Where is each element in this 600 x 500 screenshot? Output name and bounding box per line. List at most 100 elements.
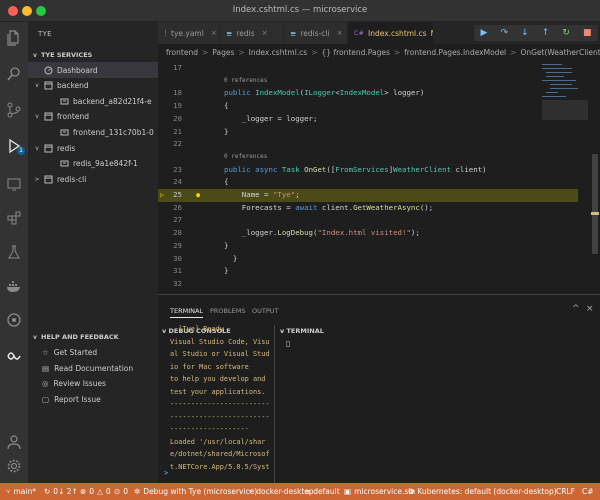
language-status[interactable]: C# (582, 483, 594, 500)
help-item[interactable]: ☆ Get Started (28, 345, 158, 360)
issues-icon: ◎ (42, 379, 49, 388)
testing-icon[interactable] (0, 240, 28, 264)
code-line[interactable]: 27 (158, 214, 578, 227)
code-line[interactable]: 32 (158, 278, 578, 291)
tree-item-dashboard[interactable]: Dashboard (28, 62, 158, 78)
tree-item-service[interactable]: v backend (28, 78, 158, 94)
code-text: public IndexModel(ILogger<IndexModel> lo… (224, 88, 425, 98)
branch-status[interactable]: ⑂ main* (6, 483, 36, 500)
broadcast-icon: ⊙ (114, 487, 121, 496)
lightbulb-icon[interactable]: ● (196, 189, 200, 202)
help-item[interactable]: ◎ Review Issues (28, 376, 158, 391)
settings-gear-icon[interactable] (0, 454, 28, 478)
close-icon[interactable]: × (211, 29, 217, 37)
tree-item-replica[interactable]: backend_a82d21f4-e (28, 93, 158, 109)
plug-icon: ⚡ (248, 487, 254, 496)
step-into-icon[interactable]: ↓ (521, 28, 529, 38)
help-item[interactable]: ▢ Report Issue (28, 392, 158, 407)
remote-status[interactable]: ⊙ 0 (114, 483, 128, 500)
star-icon: ☆ (42, 348, 49, 357)
replica-icon (60, 97, 69, 106)
problems-status[interactable]: ⊗ 0 △ 0 (80, 483, 111, 500)
close-icon[interactable]: × (337, 29, 343, 37)
tree-item-replica[interactable]: frontend_131c70b1-0 (28, 124, 158, 140)
tab-0[interactable]: ! tye.yaml × (158, 22, 220, 44)
breadcrumb-item[interactable]: OnGet(WeatherClient client) (520, 48, 600, 57)
kubernetes-status[interactable]: ✿ Kubernetes: default (docker-desktop) (408, 483, 557, 500)
code-line[interactable]: 22 (158, 138, 578, 151)
run-debug-icon[interactable]: 1 (0, 134, 28, 158)
code-line[interactable]: 20 _logger = logger; (158, 113, 578, 126)
extensions-icon[interactable] (0, 206, 28, 230)
help-feedback-header[interactable]: v HELP AND FEEDBACK (28, 330, 158, 344)
eol-status[interactable]: CRLF (556, 483, 575, 500)
panel-tab-output[interactable]: OUTPUT (252, 307, 279, 315)
code-line[interactable]: 0 references (158, 75, 578, 88)
step-over-icon[interactable]: ↷ (501, 28, 509, 38)
tree-item-service[interactable]: > redis-cli (28, 171, 158, 187)
terminal[interactable]: v TERMINAL ▯ (276, 325, 600, 484)
codelens-references[interactable]: 0 references (224, 75, 267, 88)
code-line[interactable]: 26 Forecasts = await client.GetWeatherAs… (158, 202, 578, 215)
tab-1[interactable]: ≡ redis × (220, 22, 284, 44)
tree-item-replica[interactable]: redis_9a1e842f-1 (28, 156, 158, 172)
code-text: } (224, 126, 229, 136)
namespace-status[interactable]: ≡ default (304, 483, 340, 500)
code-line[interactable]: 31} (158, 265, 578, 278)
tye-icon[interactable] (0, 344, 28, 368)
code-line[interactable]: 30 } (158, 253, 578, 266)
editor-scrollbar[interactable] (590, 62, 600, 294)
book-icon: ▤ (42, 363, 50, 373)
comment-icon: ▢ (42, 394, 50, 404)
code-line[interactable]: 24 { (158, 176, 578, 189)
solution-status[interactable]: ▣ microservice.sln (344, 483, 415, 500)
line-number: 31 (173, 266, 182, 276)
code-line[interactable]: 29} (158, 240, 578, 253)
help-item[interactable]: ▤ Read Documentation (28, 361, 158, 376)
remote-explorer-icon[interactable] (0, 172, 28, 196)
breadcrumb-item[interactable]: {} frontend.Pages (322, 48, 390, 57)
breadcrumb-item[interactable]: Index.cshtml.cs (249, 48, 308, 57)
debug-status[interactable]: ✲ Debug with Tye (microservice) (134, 483, 257, 500)
editor-area: ! tye.yaml × ≡ redis × ≡ redis-cli × C# Index.csht… (158, 22, 600, 294)
search-icon[interactable] (0, 62, 28, 86)
code-line[interactable]: 18 public IndexModel(ILogger<IndexModel> … (158, 87, 578, 100)
code-editor[interactable]: 17 0 references 18 public IndexModel(ILogge… (158, 62, 578, 294)
code-line[interactable]: 28 _logger.LogDebug("Index.html visited!… (158, 227, 578, 240)
sync-status[interactable]: ↻ 0↓ 2↑ (44, 483, 78, 500)
source-control-icon[interactable] (0, 98, 28, 122)
tree-item-service[interactable]: v frontend (28, 109, 158, 125)
restart-icon[interactable]: ↻ (562, 28, 570, 38)
gitlens-icon[interactable] (0, 308, 28, 332)
code-line[interactable]: 17 (158, 62, 578, 75)
codelens-references[interactable]: 0 references (224, 151, 267, 164)
code-line[interactable]: 25 Name = "Tye"; ▷ ● (158, 189, 578, 202)
close-panel-icon[interactable]: × (586, 304, 594, 314)
tab-2[interactable]: ≡ redis-cli × (284, 22, 348, 44)
tab-3[interactable]: C#Index.cshtml.csM× (348, 22, 434, 44)
continue-icon[interactable]: ▶ (481, 28, 488, 38)
help-item-label: Review Issues (53, 379, 106, 388)
tree-item-service[interactable]: v redis (28, 140, 158, 156)
chevron-up-icon[interactable]: ^ (572, 304, 580, 314)
stop-icon[interactable]: ■ (583, 28, 592, 38)
code-line[interactable]: 23 public async Task OnGet([FromServices]… (158, 164, 578, 177)
panel-tab-terminal[interactable]: TERMINAL (170, 307, 204, 318)
code-line[interactable]: 21} (158, 126, 578, 139)
minimap[interactable] (542, 62, 588, 122)
breadcrumb-item[interactable]: frontend.Pages.IndexModel (404, 48, 506, 57)
code-line[interactable]: 19 { (158, 100, 578, 113)
breadcrumb-item[interactable]: frontend (166, 48, 198, 57)
console-prompt[interactable]: > (164, 467, 168, 480)
code-line[interactable]: 0 references (158, 151, 578, 164)
files-icon[interactable] (0, 26, 28, 50)
step-out-icon[interactable]: ↑ (542, 28, 550, 38)
debug-console[interactable]: v DEBUG CONSOLE [Tye] Ready Visual Studio… (158, 325, 275, 484)
breadcrumb-item[interactable]: Pages (212, 48, 234, 57)
tab-label: redis (236, 28, 255, 38)
docker-icon[interactable] (0, 274, 28, 298)
tye-services-header[interactable]: v TYE SERVICES (28, 48, 158, 62)
close-icon[interactable]: × (262, 29, 268, 37)
panel-tab-problems[interactable]: PROBLEMS (210, 307, 245, 315)
account-icon[interactable] (0, 430, 28, 454)
